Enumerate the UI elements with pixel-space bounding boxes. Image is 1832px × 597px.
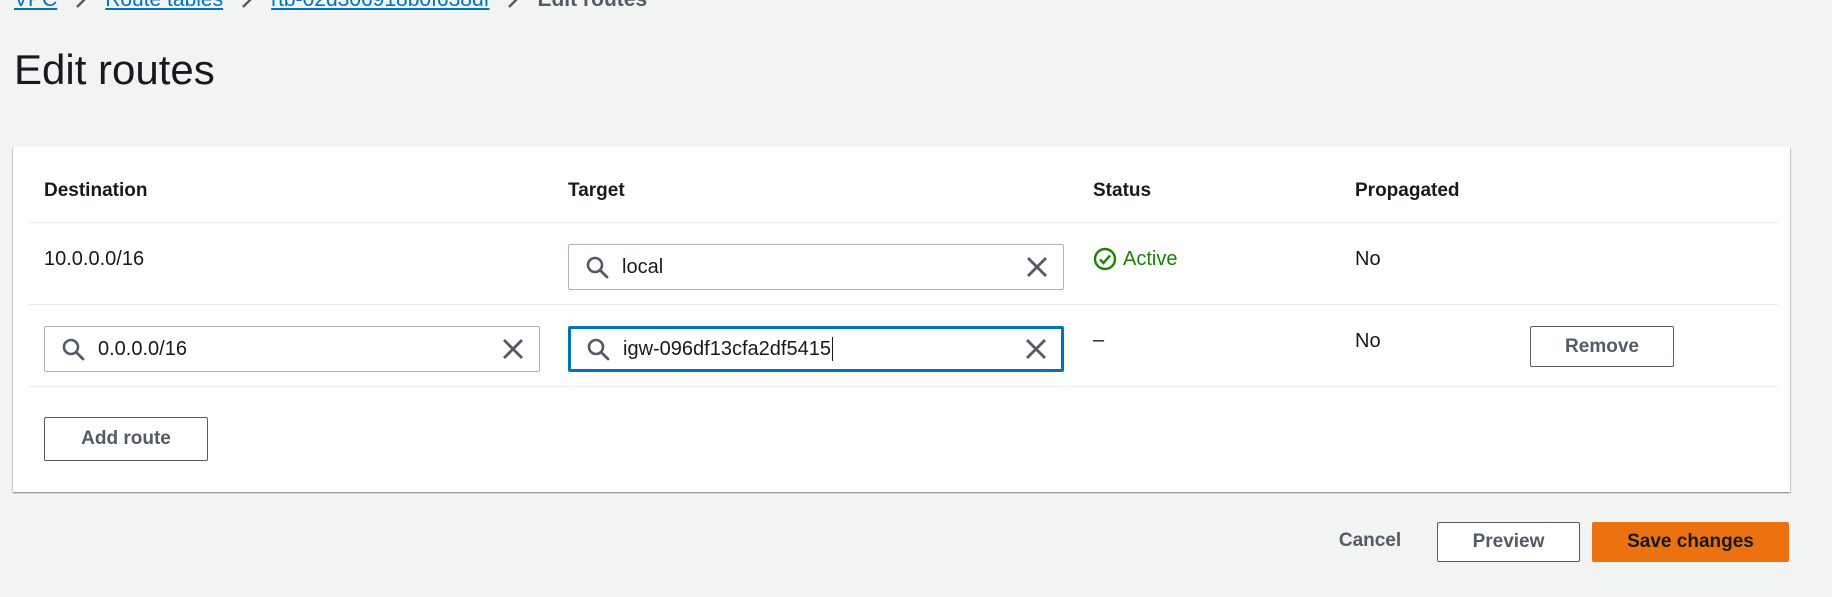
row-2-target-field[interactable]: igw-096df13cfa2df5415 — [568, 326, 1064, 372]
row-2-target-value: igw-096df13cfa2df5415 — [623, 337, 831, 360]
chevron-right-icon — [507, 0, 519, 9]
breadcrumb-current: Edit routes — [537, 0, 647, 12]
row-divider — [29, 304, 1778, 305]
row-1-destination: 10.0.0.0/16 — [44, 248, 145, 270]
search-icon — [60, 336, 86, 362]
row-2-destination-input[interactable] — [98, 327, 499, 371]
row-2-status: – — [1093, 329, 1105, 351]
row-1-target-field[interactable] — [568, 244, 1064, 290]
close-icon[interactable] — [1023, 253, 1051, 281]
status-text: Active — [1123, 247, 1178, 270]
row-1-propagated: No — [1355, 248, 1381, 270]
breadcrumb: VPC Route tables rtb-02d306918b0f638df E… — [14, 0, 647, 13]
check-circle-icon — [1093, 247, 1117, 271]
preview-button[interactable]: Preview — [1437, 522, 1580, 562]
text-caret — [831, 337, 833, 361]
row-2-propagated: No — [1355, 330, 1381, 352]
chevron-right-icon — [75, 0, 87, 9]
header-divider — [29, 222, 1778, 223]
chevron-right-icon — [241, 0, 253, 9]
breadcrumb-link-route-tables[interactable]: Route tables — [105, 0, 223, 12]
close-icon[interactable] — [1022, 335, 1050, 363]
cancel-button[interactable]: Cancel — [1312, 520, 1428, 562]
row-2-destination-field[interactable] — [44, 326, 540, 372]
row-2-target-input[interactable]: igw-096df13cfa2df5415 — [623, 337, 1022, 361]
close-icon[interactable] — [499, 335, 527, 363]
column-header-status: Status — [1093, 180, 1152, 201]
remove-route-button[interactable]: Remove — [1530, 326, 1674, 367]
breadcrumb-link-route-table-id[interactable]: rtb-02d306918b0f638df — [271, 0, 489, 12]
row-1-target-input[interactable] — [622, 245, 1023, 289]
search-icon — [584, 254, 610, 280]
search-icon — [585, 336, 611, 362]
add-route-button[interactable]: Add route — [44, 417, 208, 461]
column-header-target: Target — [568, 180, 625, 201]
edit-routes-page: VPC Route tables rtb-02d306918b0f638df E… — [0, 0, 1832, 597]
breadcrumb-link-vpc[interactable]: VPC — [14, 0, 57, 12]
page-title: Edit routes — [14, 46, 215, 93]
row-1-status: Active — [1093, 247, 1177, 271]
column-header-propagated: Propagated — [1355, 180, 1460, 201]
save-changes-button[interactable]: Save changes — [1592, 522, 1789, 562]
column-header-destination: Destination — [44, 180, 148, 201]
routes-table-container: Destination Target Status Propagated 10.… — [13, 147, 1790, 492]
row-divider — [29, 386, 1778, 387]
